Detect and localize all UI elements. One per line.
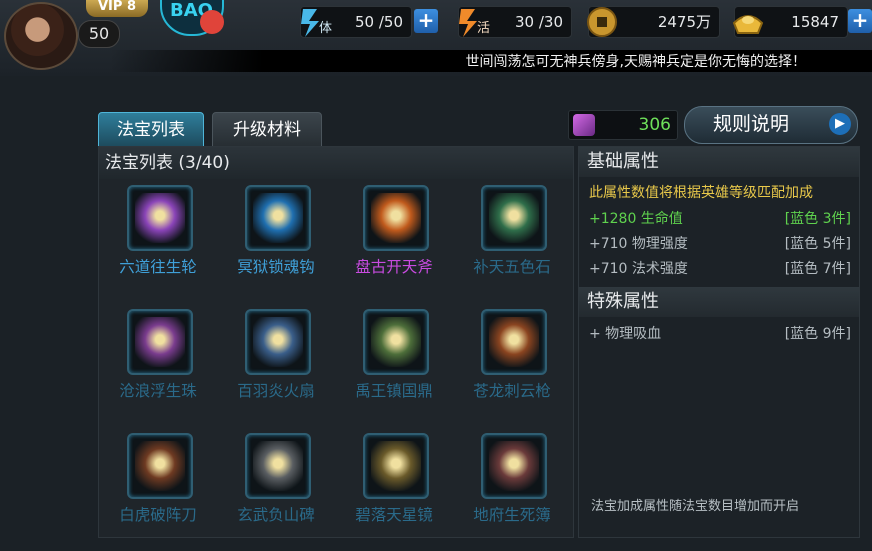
treasure-name: 白虎破阵刀 (119, 506, 197, 524)
treasure-item[interactable]: 百羽炎火扇 (217, 307, 335, 427)
gem-icon (573, 114, 595, 136)
golden-scepter-icon (135, 193, 185, 243)
play-arrow-icon: ▶ (829, 113, 851, 135)
base-attributes-title: 基础属性 (587, 151, 659, 172)
five-color-stone-icon (489, 193, 539, 243)
player-avatar[interactable] (4, 2, 78, 70)
copper-value: 2475万 (657, 13, 711, 31)
add-stamina-button[interactable]: + (414, 9, 438, 33)
stamina-value: 50 /50 (355, 13, 403, 31)
rules-label: 规则说明 (713, 113, 790, 135)
treasure-slot[interactable] (363, 309, 429, 375)
vigor-glyph: 活 (477, 21, 491, 36)
feather-fan-icon (253, 317, 303, 367)
treasure-name: 碧落天星镜 (355, 506, 433, 524)
gold-value: 15847 (791, 13, 839, 31)
attribute-label: + 物理吸血 (589, 326, 662, 342)
attribute-label: +710 物理强度 (589, 236, 688, 252)
treasure-item[interactable]: 苍龙刺云枪 (453, 307, 571, 427)
treasure-item[interactable]: 六道往生轮 (99, 183, 217, 303)
base-attributes-header: 基础属性 (579, 147, 859, 177)
treasure-name: 六道往生轮 (119, 258, 197, 276)
treasure-slot[interactable] (245, 185, 311, 251)
treasure-item[interactable]: 冥狱锁魂钩 (217, 183, 335, 303)
treasure-name: 苍龙刺云枪 (473, 382, 551, 400)
treasure-slot[interactable] (127, 433, 193, 499)
treasure-slot[interactable] (245, 433, 311, 499)
pearl-pot-icon (135, 317, 185, 367)
announcement-ticker: 世间闯荡怎可无神兵傍身,天赐神兵定是你无悔的选择！ (110, 50, 872, 72)
treasure-slot[interactable] (363, 185, 429, 251)
treasure-item[interactable]: 碧落天星镜 (335, 431, 453, 551)
special-attributes-title: 特殊属性 (587, 291, 659, 312)
treasure-item[interactable]: 玄武负山碑 (217, 431, 335, 551)
treasure-name: 盘古开天斧 (355, 258, 433, 276)
treasure-item[interactable]: 沧浪浮生珠 (99, 307, 217, 427)
attribute-requirement: [蓝色 9件] (784, 326, 851, 342)
attributes-footnote: 法宝加成属性随法宝数目增加而开启 (591, 499, 800, 514)
attribute-row: +1280 生命值 [蓝色 3件] (589, 207, 851, 231)
treasure-item[interactable]: 补天五色石 (453, 183, 571, 303)
gem-value: 306 (638, 115, 671, 135)
treasure-name: 禹王镇国鼎 (355, 382, 433, 400)
special-attributes-header: 特殊属性 (579, 287, 859, 317)
treasure-slot[interactable] (363, 433, 429, 499)
attribute-row: +710 物理强度 [蓝色 5件] (589, 232, 851, 256)
treasure-slot[interactable] (481, 185, 547, 251)
copper-counter: 2475万 (587, 6, 720, 38)
gold-counter: 15847 (732, 6, 848, 38)
rules-button[interactable]: 规则说明 ▶ (684, 106, 858, 144)
treasure-name: 地府生死簿 (473, 506, 551, 524)
treasure-item[interactable]: 禹王镇国鼎 (335, 307, 453, 427)
treasure-slot[interactable] (481, 309, 547, 375)
attribute-label: +710 法术强度 (589, 261, 688, 277)
attribute-row: +710 法术强度 [蓝色 7件] (589, 257, 851, 281)
attribute-row: + 物理吸血 [蓝色 9件] (589, 322, 851, 346)
ticker-text: 世间闯荡怎可无神兵傍身,天赐神兵定是你无悔的选择！ (465, 54, 806, 70)
gem-counter: 306 (568, 110, 678, 140)
treasure-name: 冥狱锁魂钩 (237, 258, 315, 276)
treasure-name: 玄武负山碑 (237, 506, 315, 524)
cauldron-icon (371, 317, 421, 367)
tab-upgrade-materials[interactable]: 升级材料 (212, 112, 322, 148)
treasure-slot[interactable] (127, 309, 193, 375)
attribute-requirement: [蓝色 5件] (784, 236, 851, 252)
tab-treasure-list[interactable]: 法宝列表 (98, 112, 204, 148)
vip-badge[interactable]: VIP 8 (86, 0, 148, 17)
add-gold-button[interactable]: + (848, 9, 872, 33)
treasure-slot[interactable] (127, 185, 193, 251)
treasure-name: 沧浪浮生珠 (119, 382, 197, 400)
attribute-label: +1280 生命值 (589, 211, 683, 227)
stamina-counter: 体 50 /50 (300, 6, 412, 38)
blade-icon (135, 441, 185, 491)
treasure-item[interactable]: 白虎破阵刀 (99, 431, 217, 551)
player-level: 50 (78, 20, 120, 48)
treasure-name: 百羽炎火扇 (237, 382, 315, 400)
book-icon (489, 441, 539, 491)
vigor-counter: 活 30 /30 (458, 6, 572, 38)
attributes-panel: 基础属性 此属性数值将根据英雄等级匹配加成 +1280 生命值 [蓝色 3件] +7… (578, 146, 860, 538)
coin-icon (587, 7, 617, 37)
axe-icon (371, 193, 421, 243)
stone-tablet-icon (253, 441, 303, 491)
base-attributes-note: 此属性数值将根据英雄等级匹配加成 (589, 185, 813, 201)
treasure-item[interactable]: 地府生死簿 (453, 431, 571, 551)
list-title: 法宝列表 (3/40) (105, 153, 230, 173)
gold-ingot-icon (732, 15, 764, 34)
treasure-item[interactable]: 盘古开天斧 (335, 183, 453, 303)
notification-dot (200, 10, 224, 34)
treasure-name: 补天五色石 (473, 258, 551, 276)
treasure-list-panel: 法宝列表 (3/40) 六道往生轮 冥狱锁魂钩 盘古开天斧 补天五色石沧浪浮生珠 百羽炎… (98, 146, 574, 538)
attribute-requirement: [蓝色 7件] (784, 261, 851, 277)
star-mirror-icon (371, 441, 421, 491)
stamina-glyph: 体 (319, 21, 333, 36)
dragon-spear-icon (489, 317, 539, 367)
attribute-requirement: [蓝色 3件] (784, 211, 851, 227)
treasure-slot[interactable] (481, 433, 547, 499)
treasure-slot[interactable] (245, 309, 311, 375)
vigor-value: 30 /30 (515, 13, 563, 31)
list-header: 法宝列表 (3/40) (99, 147, 573, 179)
soul-hook-icon (253, 193, 303, 243)
top-bar: VIP 8 50 BAO 体 50 /50 + 活 30 /30 2475万 1… (0, 0, 872, 76)
